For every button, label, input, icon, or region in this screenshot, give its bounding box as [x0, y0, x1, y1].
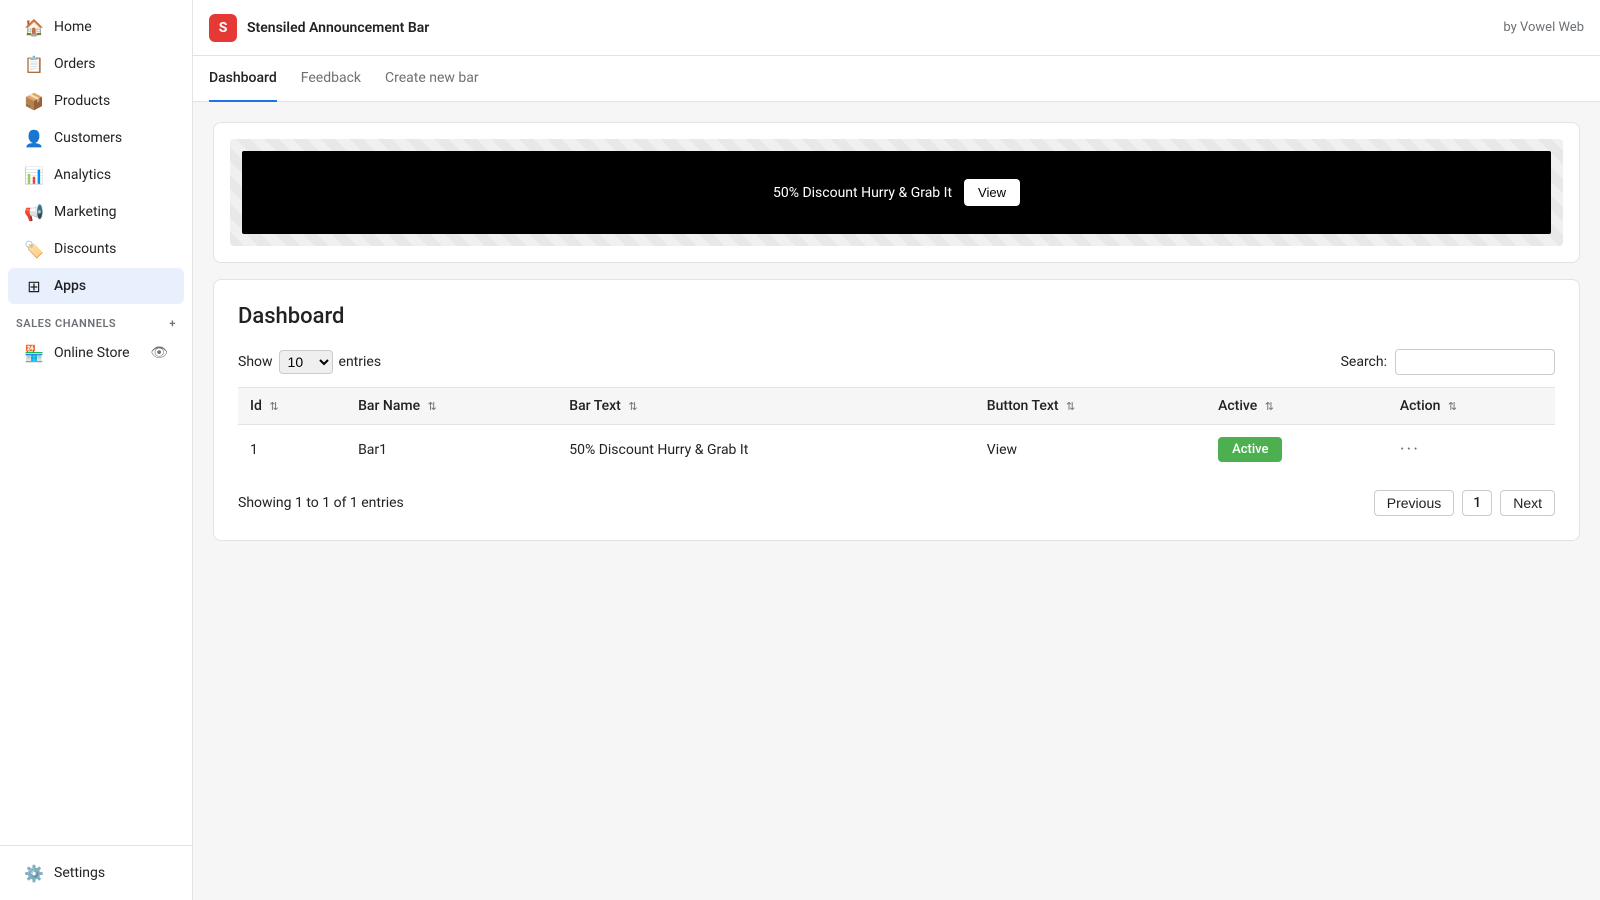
sort-icon-bar-text: ⇅	[628, 400, 637, 413]
col-header-id[interactable]: Id ⇅	[238, 388, 346, 425]
pagination-controls: Previous 1 Next	[1374, 490, 1555, 516]
sidebar-label-home: Home	[54, 19, 92, 35]
sidebar-footer-label-settings: Settings	[54, 865, 105, 881]
marketing-icon: 📢	[24, 202, 44, 222]
show-entries-select[interactable]: 102550100	[279, 350, 333, 374]
online-store-icon: 🏪	[24, 343, 44, 363]
next-button[interactable]: Next	[1500, 490, 1555, 516]
topbar-by: by Vowel Web	[1503, 20, 1584, 35]
content: 50% Discount Hurry & Grab It View Dashbo…	[193, 102, 1600, 561]
topbar: S Stensiled Announcement Bar by Vowel We…	[193, 0, 1600, 56]
sidebar-footer-items: ⚙️ Settings	[0, 855, 192, 891]
show-label: Show	[238, 354, 273, 370]
tabs: Dashboard Feedback Create new bar	[193, 56, 1600, 102]
col-header-active[interactable]: Active ⇅	[1206, 388, 1388, 425]
tabs-container: Dashboard Feedback Create new bar	[209, 56, 479, 101]
table-body: 1 Bar1 50% Discount Hurry & Grab It View…	[238, 425, 1555, 475]
apps-icon: ⊞	[24, 276, 44, 296]
sidebar-item-online-store[interactable]: 🏪 Online Store 👁	[8, 335, 184, 371]
sidebar-label-online-store: Online Store	[54, 345, 130, 361]
preview-banner-text: 50% Discount Hurry & Grab It	[773, 185, 952, 201]
sidebar-item-customers[interactable]: 👤 Customers	[8, 120, 184, 156]
col-header-bar-name[interactable]: Bar Name ⇅	[346, 388, 557, 425]
sidebar-footer: ⚙️ Settings	[0, 845, 192, 900]
cell-action[interactable]: ···	[1388, 425, 1555, 475]
main-content: S Stensiled Announcement Bar by Vowel We…	[193, 0, 1600, 900]
preview-banner: 50% Discount Hurry & Grab It View	[242, 151, 1551, 234]
cell-id: 1	[238, 425, 346, 475]
app-logo: S	[209, 14, 237, 42]
sidebar-item-orders[interactable]: 📋 Orders	[8, 46, 184, 82]
sidebar-label-discounts: Discounts	[54, 241, 116, 257]
table-row: 1 Bar1 50% Discount Hurry & Grab It View…	[238, 425, 1555, 475]
table-header-row: Id ⇅Bar Name ⇅Bar Text ⇅Button Text ⇅Act…	[238, 388, 1555, 425]
discounts-icon: 🏷️	[24, 239, 44, 259]
tab-create-new-bar[interactable]: Create new bar	[385, 56, 479, 102]
sales-channels-title: SALES CHANNELS	[16, 317, 116, 330]
sidebar-label-marketing: Marketing	[54, 204, 117, 220]
sidebar-item-products[interactable]: 📦 Products	[8, 83, 184, 119]
cell-bar-name: Bar1	[346, 425, 557, 475]
entries-label: entries	[339, 354, 382, 370]
sidebar-label-analytics: Analytics	[54, 167, 111, 183]
sort-icon-button-text: ⇅	[1066, 400, 1075, 413]
sidebar-item-analytics[interactable]: 📊 Analytics	[8, 157, 184, 193]
sidebar-footer-item-settings[interactable]: ⚙️ Settings	[8, 855, 184, 891]
sidebar-item-apps[interactable]: ⊞ Apps	[8, 268, 184, 304]
table-controls: Show 102550100 entries Search:	[238, 349, 1555, 375]
topbar-left: S Stensiled Announcement Bar	[209, 14, 429, 42]
sidebar-label-products: Products	[54, 93, 110, 109]
sidebar-item-discounts[interactable]: 🏷️ Discounts	[8, 231, 184, 267]
sidebar-label-apps: Apps	[54, 278, 86, 294]
tab-dashboard[interactable]: Dashboard	[209, 56, 277, 102]
sales-channels-container: 🏪 Online Store 👁	[0, 335, 192, 371]
previous-button[interactable]: Previous	[1374, 490, 1454, 516]
search-input[interactable]	[1395, 349, 1555, 375]
add-sales-channel-icon[interactable]: +	[169, 317, 176, 330]
cell-active: Active	[1206, 425, 1388, 475]
home-icon: 🏠	[24, 17, 44, 37]
active-badge: Active	[1218, 437, 1282, 462]
cell-bar-text: 50% Discount Hurry & Grab It	[557, 425, 975, 475]
preview-view-button[interactable]: View	[964, 179, 1020, 206]
cell-button-text: View	[975, 425, 1206, 475]
search-label: Search:	[1341, 354, 1387, 370]
sidebar-label-customers: Customers	[54, 130, 122, 146]
action-menu-icon[interactable]: ···	[1400, 439, 1420, 460]
col-header-action[interactable]: Action ⇅	[1388, 388, 1555, 425]
app-title: Stensiled Announcement Bar	[247, 20, 429, 36]
tab-feedback[interactable]: Feedback	[301, 56, 361, 102]
preview-card: 50% Discount Hurry & Grab It View	[213, 122, 1580, 263]
orders-icon: 📋	[24, 54, 44, 74]
settings-icon: ⚙️	[24, 863, 44, 883]
search-container: Search:	[1341, 349, 1555, 375]
col-header-bar-text[interactable]: Bar Text ⇅	[557, 388, 975, 425]
current-page: 1	[1462, 490, 1492, 516]
customers-icon: 👤	[24, 128, 44, 148]
dashboard-card: Dashboard Show 102550100 entries Search:…	[213, 279, 1580, 541]
sidebar: 🏠 Home 📋 Orders 📦 Products 👤 Customers 📊…	[0, 0, 193, 900]
sort-icon-action: ⇅	[1448, 400, 1457, 413]
products-icon: 📦	[24, 91, 44, 111]
sidebar-items-container: 🏠 Home 📋 Orders 📦 Products 👤 Customers 📊…	[0, 9, 192, 304]
preview-banner-container: 50% Discount Hurry & Grab It View	[230, 139, 1563, 246]
col-header-button-text[interactable]: Button Text ⇅	[975, 388, 1206, 425]
sales-channels-section: SALES CHANNELS +	[0, 305, 192, 334]
data-table: Id ⇅Bar Name ⇅Bar Text ⇅Button Text ⇅Act…	[238, 387, 1555, 474]
sort-icon-id: ⇅	[269, 400, 278, 413]
sidebar-item-home[interactable]: 🏠 Home	[8, 9, 184, 45]
sidebar-label-orders: Orders	[54, 56, 96, 72]
sidebar-nav: 🏠 Home 📋 Orders 📦 Products 👤 Customers 📊…	[0, 0, 192, 845]
pagination-row: Showing 1 to 1 of 1 entries Previous 1 N…	[238, 490, 1555, 516]
sort-icon-bar-name: ⇅	[428, 400, 437, 413]
dashboard-title: Dashboard	[238, 304, 1555, 329]
online-store-visibility-icon[interactable]: 👁	[150, 345, 168, 361]
show-entries-control: Show 102550100 entries	[238, 350, 381, 374]
showing-entries-text: Showing 1 to 1 of 1 entries	[238, 495, 404, 511]
table-head: Id ⇅Bar Name ⇅Bar Text ⇅Button Text ⇅Act…	[238, 388, 1555, 425]
analytics-icon: 📊	[24, 165, 44, 185]
sort-icon-active: ⇅	[1265, 400, 1274, 413]
sidebar-item-marketing[interactable]: 📢 Marketing	[8, 194, 184, 230]
